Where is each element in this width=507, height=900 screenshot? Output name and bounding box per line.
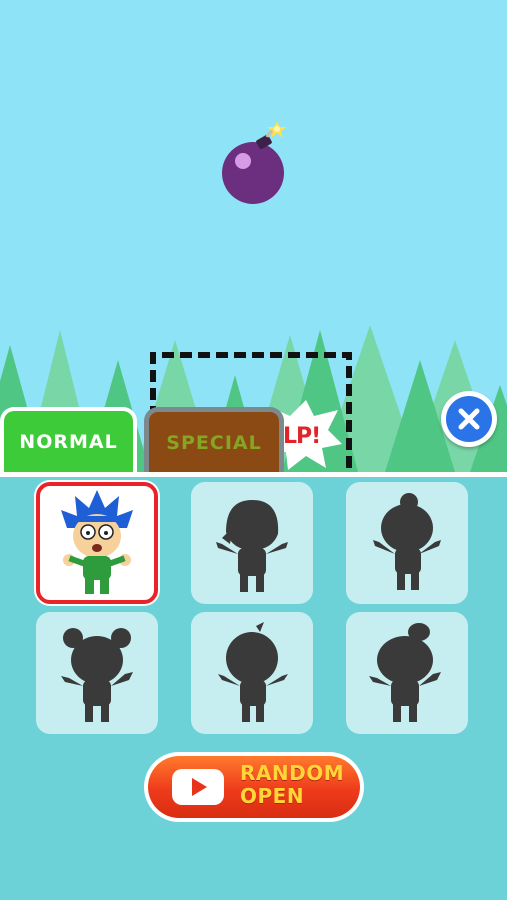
locked-silhouette-girl-bun — [373, 493, 441, 590]
bomb — [222, 121, 287, 204]
character-slot-boy-blue-hair[interactable] — [36, 482, 158, 604]
character-slot-boy-cowlick-locked[interactable] — [191, 612, 313, 734]
locked-silhouette-girl-bob — [216, 500, 288, 592]
play-video-icon — [172, 769, 224, 805]
character-slot-bear-ears-locked[interactable] — [36, 612, 158, 734]
random-open-button[interactable]: RANDOM OPEN — [144, 752, 364, 822]
character-slot-girl-topknot-locked[interactable] — [346, 612, 468, 734]
help-text: LP! — [283, 424, 321, 449]
locked-silhouette-bear-ears — [61, 628, 133, 722]
character-grid — [36, 482, 470, 736]
random-open-button-face: RANDOM OPEN — [148, 756, 360, 818]
character-slot-girl-bob-locked[interactable] — [191, 482, 313, 604]
locked-silhouette-boy-cowlick — [218, 622, 288, 722]
random-open-line1: RANDOM — [240, 761, 345, 785]
random-open-line2: OPEN — [240, 784, 305, 808]
character-slot-girl-bun-locked[interactable] — [346, 482, 468, 604]
random-open-label: RANDOM OPEN — [240, 762, 344, 808]
boy-blue-hair-character — [61, 490, 133, 594]
tab-special[interactable]: SPECIAL — [144, 407, 284, 475]
close-icon — [446, 396, 492, 442]
tab-normal[interactable]: NORMAL — [0, 407, 137, 475]
close-button[interactable] — [441, 391, 497, 447]
locked-silhouette-girl-topknot — [369, 623, 441, 722]
